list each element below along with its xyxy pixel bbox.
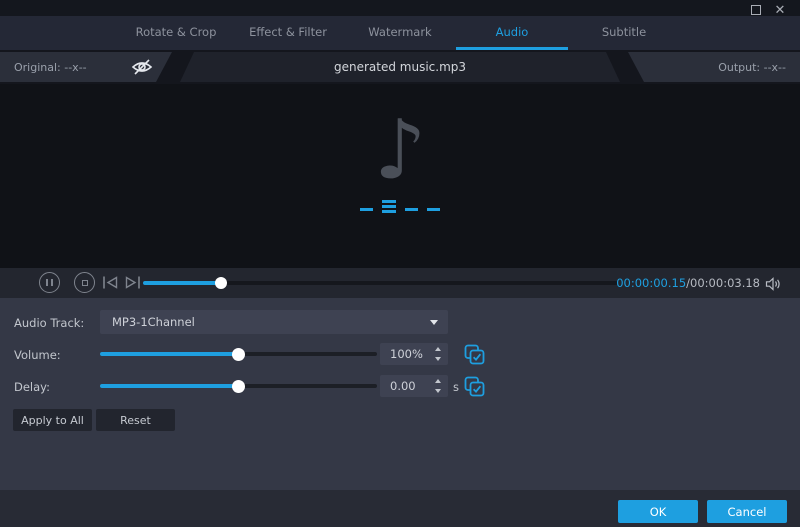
delay-spinner[interactable]: 0.00 [380,375,448,397]
audio-equalizer-icon [360,200,440,213]
music-note-icon: ♪ [0,110,800,192]
reset-button[interactable]: Reset [96,409,175,431]
volume-slider-handle[interactable] [232,348,245,361]
volume-slider[interactable] [100,352,377,356]
seek-slider-fill [143,281,221,285]
ok-button[interactable]: OK [618,500,698,523]
volume-apply-to-all-icon[interactable] [464,344,485,365]
volume-decrease-arrow[interactable] [435,357,441,361]
delay-apply-to-all-icon[interactable] [464,376,485,397]
delay-value: 0.00 [390,375,416,397]
filename-segment: generated music.mp3 [180,52,620,82]
audio-track-value: MP3-1Channel [112,310,195,334]
maximize-button[interactable] [748,3,764,17]
delay-slider[interactable] [100,384,377,388]
preview-area: ♪ [0,84,800,268]
audio-settings-panel: Audio Track: MP3-1Channel Volume: 100% D… [0,298,800,490]
total-time: 00:00:03.18 [690,276,760,290]
next-frame-icon [124,275,141,290]
seek-slider[interactable] [143,281,618,285]
tab-bar: Rotate & Crop Effect & Filter Watermark … [0,16,800,50]
current-time: 00:00:00.15 [616,276,686,290]
close-button[interactable]: ✕ [772,3,788,17]
stop-button[interactable] [74,272,95,293]
stop-icon [82,280,88,286]
cancel-button[interactable]: Cancel [707,500,787,523]
volume-spinner[interactable]: 100% [380,343,448,365]
tab-subtitle[interactable]: Subtitle [568,16,680,50]
delay-unit: s [453,380,459,394]
volume-value: 100% [390,343,423,365]
next-frame-button[interactable] [124,275,141,290]
tab-rotate-crop[interactable]: Rotate & Crop [120,16,232,50]
output-label-segment: Output: --x-- [628,52,800,82]
delay-slider-handle[interactable] [232,380,245,393]
original-label: Original: --x-- [14,61,87,74]
footer-bar: OK Cancel [0,490,800,527]
tab-watermark[interactable]: Watermark [344,16,456,50]
time-display: 00:00:00.15/00:00:03.18 [616,276,760,290]
volume-speaker-icon[interactable] [765,276,782,290]
tab-audio[interactable]: Audio [456,16,568,50]
previous-frame-icon [102,275,119,290]
title-bar: ✕ [0,0,800,16]
hide-original-eye-icon[interactable] [130,58,154,76]
preview-header: Original: --x-- generated music.mp3 Outp… [0,50,800,84]
delay-label: Delay: [14,380,50,394]
chevron-down-icon [430,320,438,325]
seek-slider-handle[interactable] [215,277,227,289]
delay-decrease-arrow[interactable] [435,389,441,393]
output-label: Output: --x-- [718,61,786,74]
tab-effect-filter[interactable]: Effect & Filter [232,16,344,50]
previous-frame-button[interactable] [102,275,119,290]
delay-slider-fill [100,384,239,388]
audio-track-dropdown[interactable]: MP3-1Channel [100,310,448,334]
volume-increase-arrow[interactable] [435,347,441,351]
delay-increase-arrow[interactable] [435,379,441,383]
volume-slider-fill [100,352,239,356]
audio-track-label: Audio Track: [14,316,84,330]
filename: generated music.mp3 [334,60,466,74]
maximize-icon [751,5,761,15]
apply-to-all-button[interactable]: Apply to All [13,409,92,431]
volume-label: Volume: [14,348,61,362]
pause-icon [46,279,53,286]
player-controls-bar: 00:00:00.15/00:00:03.18 [0,268,800,298]
pause-button[interactable] [39,272,60,293]
